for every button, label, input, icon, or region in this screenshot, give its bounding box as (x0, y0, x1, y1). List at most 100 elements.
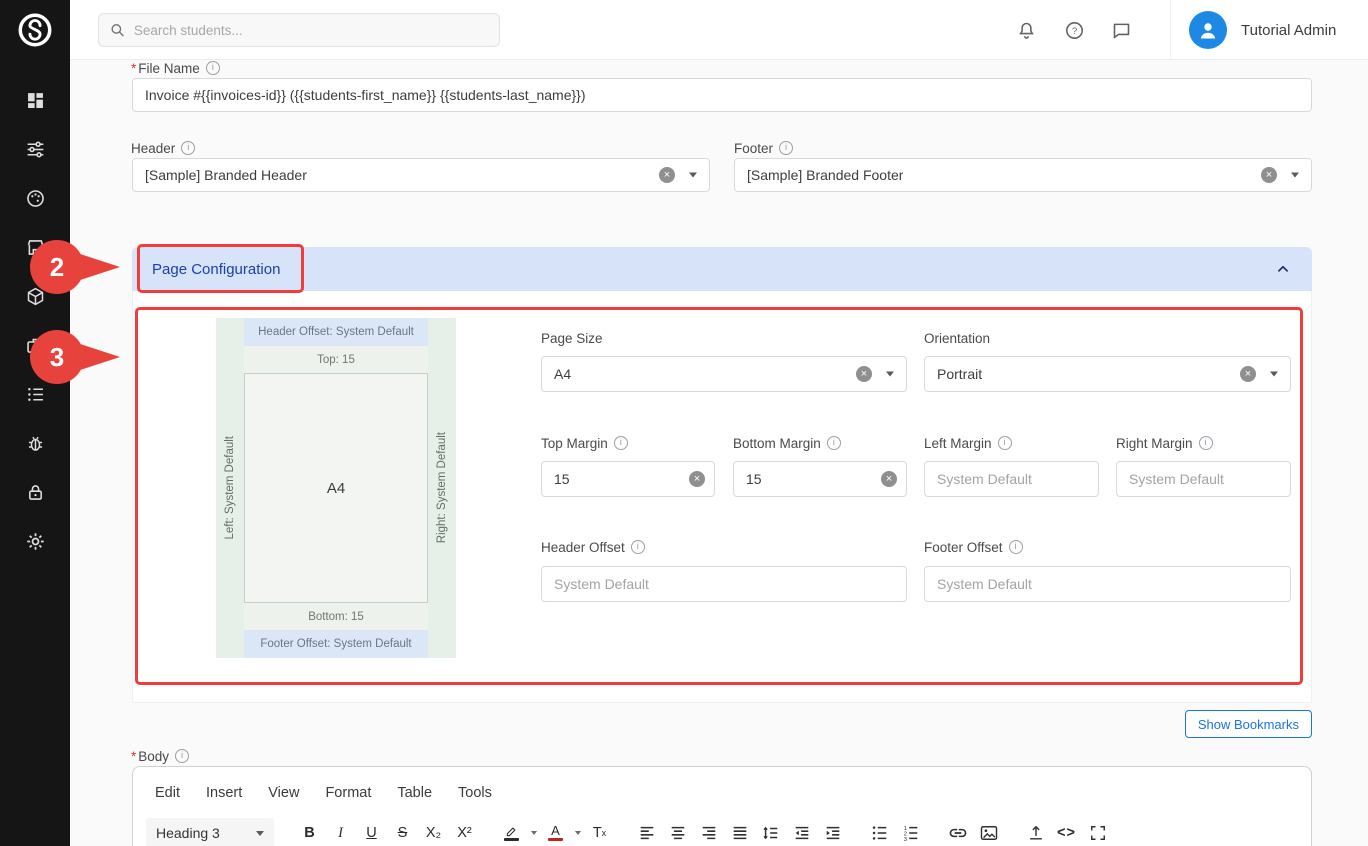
profile-section[interactable]: Tutorial Admin (1170, 0, 1336, 60)
align-left-button[interactable] (631, 818, 662, 846)
link-icon (948, 823, 968, 843)
search-icon (109, 21, 126, 39)
menu-edit[interactable]: Edit (155, 785, 180, 801)
format-select[interactable]: Heading 3 (146, 818, 274, 846)
bullet-list-button[interactable] (864, 818, 895, 846)
text-style-group: B I U S X₂ X² (294, 818, 480, 846)
clear-icon[interactable]: × (1240, 366, 1256, 382)
upload-icon (1026, 823, 1046, 843)
search-input[interactable] (134, 23, 489, 38)
numbered-list-icon: 1 2 3 (902, 824, 920, 842)
menu-tools[interactable]: Tools (458, 785, 492, 801)
align-justify-button[interactable] (724, 818, 755, 846)
clear-formatting-button[interactable]: Tx (584, 818, 615, 846)
chevron-down-icon[interactable] (1291, 173, 1299, 178)
palette-icon (25, 188, 46, 209)
source-code-button[interactable]: <> (1051, 818, 1082, 846)
bug-icon (25, 433, 46, 454)
numbered-list-button[interactable]: 1 2 3 (895, 818, 926, 846)
alignment-group (631, 818, 848, 846)
page-size-select[interactable]: A4 × (541, 356, 907, 392)
highlight-color-button[interactable] (496, 818, 527, 846)
info-icon[interactable]: i (175, 749, 189, 763)
sidebar-item-dashboard[interactable] (0, 76, 70, 125)
menu-view[interactable]: View (268, 785, 299, 801)
svg-text:?: ? (1071, 26, 1076, 37)
footer-select-value: [Sample] Branded Footer (747, 167, 903, 183)
info-icon[interactable]: i (614, 436, 628, 450)
link-button[interactable] (942, 818, 973, 846)
info-icon[interactable]: i (1199, 436, 1213, 450)
line-height-button[interactable] (755, 818, 786, 846)
required-marker: * (131, 61, 136, 76)
clear-icon[interactable]: × (881, 471, 897, 487)
show-bookmarks-button[interactable]: Show Bookmarks (1185, 710, 1312, 738)
top-margin-field: × (541, 461, 715, 497)
align-right-icon (700, 824, 718, 842)
italic-button[interactable]: I (325, 818, 356, 846)
sidebar-item-tune[interactable] (0, 125, 70, 174)
info-icon[interactable]: i (206, 61, 220, 75)
menu-insert[interactable]: Insert (206, 785, 242, 801)
bottom-margin-field: × (733, 461, 907, 497)
notifications-button[interactable] (1008, 12, 1044, 48)
clear-icon[interactable]: × (689, 471, 705, 487)
app-logo[interactable] (0, 0, 70, 60)
sidebar-item-bug-report[interactable] (0, 419, 70, 468)
text-color-button[interactable]: A (540, 818, 571, 846)
info-icon[interactable]: i (1009, 540, 1023, 554)
header-offset-input[interactable] (541, 566, 907, 602)
info-icon[interactable]: i (779, 141, 793, 155)
highlight-color-menu[interactable] (527, 818, 540, 846)
header-select[interactable]: [Sample] Branded Header × (132, 158, 710, 192)
info-icon[interactable]: i (181, 141, 195, 155)
chevron-down-icon[interactable] (1270, 372, 1278, 377)
right-margin-input[interactable] (1116, 461, 1291, 497)
menu-table[interactable]: Table (397, 785, 432, 801)
strikethrough-button[interactable]: S (387, 818, 418, 846)
indent-button[interactable] (817, 818, 848, 846)
upload-button[interactable] (1020, 818, 1051, 846)
align-right-button[interactable] (693, 818, 724, 846)
bullet-list-icon (871, 824, 889, 842)
info-icon[interactable]: i (998, 436, 1012, 450)
page-configuration-header[interactable]: Page Configuration (132, 247, 1312, 291)
header-label: Header i (131, 140, 195, 156)
sidebar-item-palette[interactable] (0, 174, 70, 223)
orientation-label: Orientation (924, 330, 990, 346)
chevron-down-icon[interactable] (689, 173, 697, 178)
chevron-down-icon[interactable] (886, 372, 894, 377)
footer-offset-input[interactable] (924, 566, 1291, 602)
align-center-button[interactable] (662, 818, 693, 846)
avatar[interactable] (1189, 11, 1227, 49)
text-color-menu[interactable] (571, 818, 584, 846)
menu-format[interactable]: Format (325, 785, 371, 801)
superscript-button[interactable]: X² (449, 818, 480, 846)
footer-select[interactable]: [Sample] Branded Footer × (734, 158, 1312, 192)
underline-button[interactable]: U (356, 818, 387, 846)
sidebar-item-settings[interactable] (0, 517, 70, 566)
preview-right-margin: Right: System Default (428, 318, 456, 658)
insert-image-button[interactable] (973, 818, 1004, 846)
page-configuration-title: Page Configuration (152, 261, 280, 278)
help-button[interactable]: ? (1056, 12, 1092, 48)
file-name-input[interactable] (132, 78, 1312, 112)
topbar: ? Tutorial Admin (70, 0, 1368, 60)
left-margin-input[interactable] (924, 461, 1099, 497)
search-box[interactable] (98, 13, 500, 47)
subscript-button[interactable]: X₂ (418, 818, 449, 846)
clear-icon[interactable]: × (659, 167, 675, 183)
format-select-value: Heading 3 (156, 825, 220, 841)
clear-icon[interactable]: × (1261, 167, 1277, 183)
chevron-up-icon[interactable] (1274, 260, 1292, 278)
orientation-value: Portrait (937, 366, 982, 382)
bold-button[interactable]: B (294, 818, 325, 846)
fullscreen-button[interactable] (1082, 818, 1113, 846)
orientation-select[interactable]: Portrait × (924, 356, 1291, 392)
chat-button[interactable] (1103, 12, 1139, 48)
info-icon[interactable]: i (631, 540, 645, 554)
outdent-button[interactable] (786, 818, 817, 846)
sidebar-item-lock[interactable] (0, 468, 70, 517)
clear-icon[interactable]: × (856, 366, 872, 382)
info-icon[interactable]: i (827, 436, 841, 450)
